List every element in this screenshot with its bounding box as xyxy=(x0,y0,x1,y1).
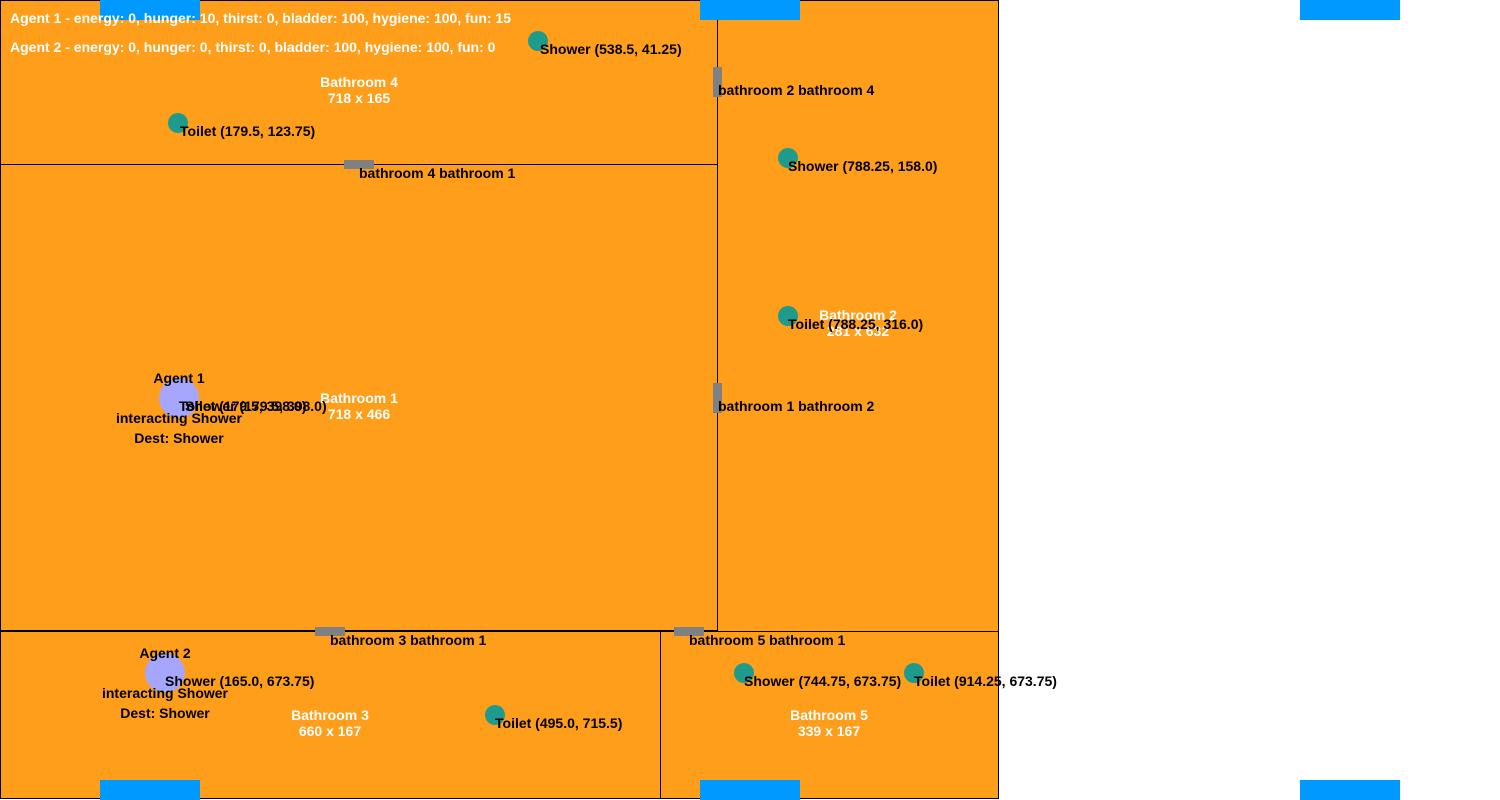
object-label: Shower (744.75, 673.75) xyxy=(744,673,902,689)
room-name: Bathroom 4 xyxy=(320,74,398,90)
door-label: bathroom 2 bathroom 4 xyxy=(718,82,875,98)
agent-1-status: interacting Shower xyxy=(115,410,243,426)
object-label: Toilet (788.25, 316.0) xyxy=(788,316,924,332)
hud-agent-2-stats: Agent 2 - energy: 0, hunger: 0, thirst: … xyxy=(10,39,496,55)
bottom-bar-1 xyxy=(100,780,200,800)
bottom-bar-3 xyxy=(1300,780,1400,800)
room-label-bathroom-4: Bathroom 4 718 x 165 xyxy=(320,74,398,106)
room-name: Bathroom 3 xyxy=(291,707,369,723)
agent-2-destination: Dest: Shower xyxy=(120,705,210,721)
room-size: 660 x 167 xyxy=(298,723,362,739)
door-label: bathroom 1 bathroom 2 xyxy=(718,398,875,414)
object-label: Shower (538.5, 41.25) xyxy=(540,41,682,57)
room-name: Bathroom 5 xyxy=(790,707,868,723)
room-name: Bathroom 1 xyxy=(320,390,398,406)
room-size: 718 x 466 xyxy=(327,406,391,422)
agent-1-destination: Dest: Shower xyxy=(134,430,224,446)
object-label: Toilet (495.0, 715.5) xyxy=(495,715,623,731)
door-label: bathroom 5 bathroom 1 xyxy=(689,632,846,648)
object-label: Toilet (179.5, 123.75) xyxy=(180,123,316,139)
room-label-bathroom-1: Bathroom 1 718 x 466 xyxy=(320,390,398,422)
object-label: Shower (788.25, 158.0) xyxy=(788,158,938,174)
agent-1-name: Agent 1 xyxy=(153,370,205,386)
room-label-bathroom-3: Bathroom 3 660 x 167 xyxy=(291,707,369,739)
top-bar-2 xyxy=(700,0,800,20)
door-label: bathroom 4 bathroom 1 xyxy=(359,165,516,181)
bottom-bar-2 xyxy=(700,780,800,800)
hud-agent-1-stats: Agent 1 - energy: 0, hunger: 10, thirst:… xyxy=(10,10,512,26)
top-bar-3 xyxy=(1300,0,1400,20)
room-size: 339 x 167 xyxy=(797,723,861,739)
agent-2-status: interacting Shower xyxy=(101,685,229,701)
simulation-stage: Bathroom 4 718 x 165 Bathroom 1 718 x 46… xyxy=(0,0,1500,800)
agent-2-name: Agent 2 xyxy=(139,645,191,661)
room-size: 718 x 165 xyxy=(327,90,391,106)
door-label: bathroom 3 bathroom 1 xyxy=(330,632,487,648)
object-label: Toilet (914.25, 673.75) xyxy=(914,673,1057,689)
room-label-bathroom-5: Bathroom 5 339 x 167 xyxy=(790,707,868,739)
